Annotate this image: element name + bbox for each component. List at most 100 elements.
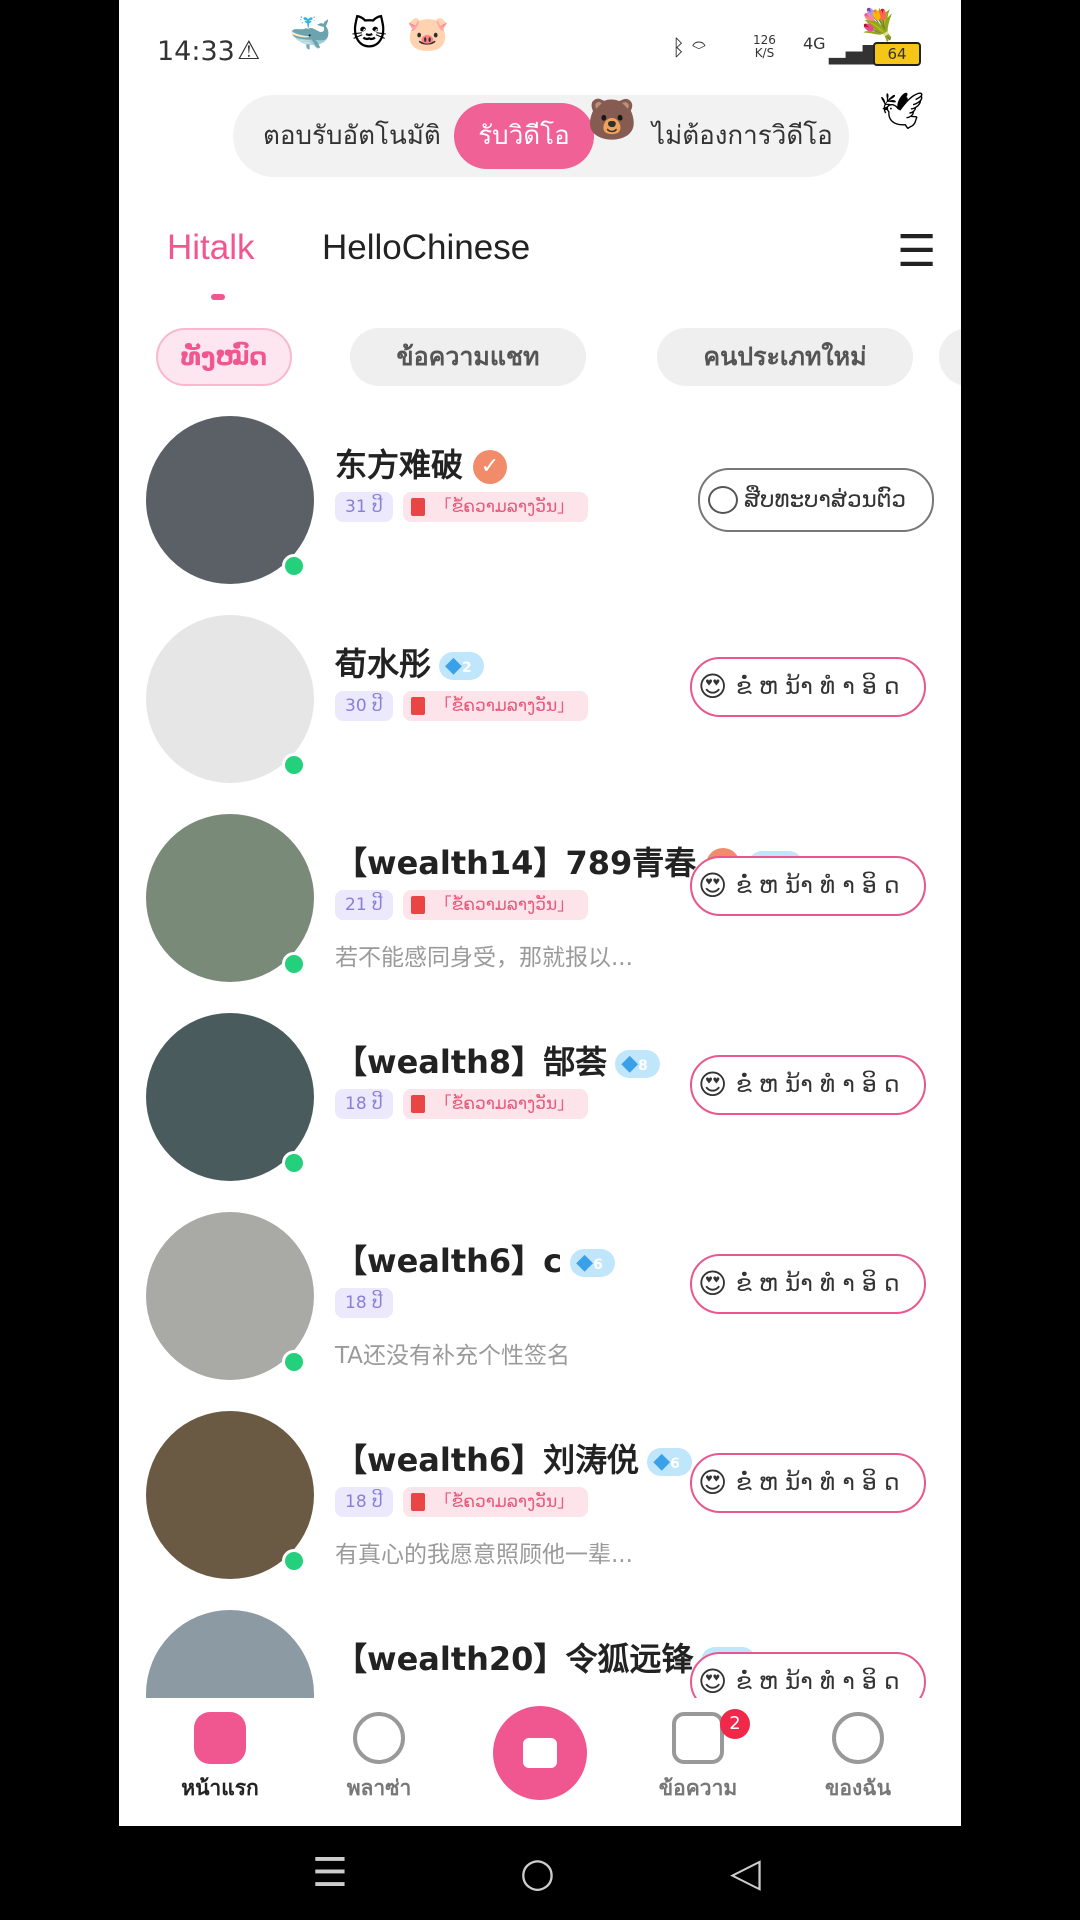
user-tags: 18 ປີ 「ຂໍ້ຄວາມລາງວັນ」 [335, 1487, 589, 1517]
reward-message-tag: 「ຂໍ້ຄວາມລາງວັນ」 [402, 890, 589, 920]
user-row[interactable]: 【wealth6】刘涛侻 ◆6 18 ປີ 「ຂໍ້ຄວາມລາງວັນ」 有真心的我愿… [119, 1403, 961, 1602]
greet-button[interactable]: 😍 ຂໍ່ ຫ ນ້າ ທໍ າ ອິ ດ [690, 1055, 926, 1115]
reward-message-text: 「ຂໍ້ຄວາມລາງວັນ」 [434, 1492, 575, 1512]
action-button-label: ຂໍ່ ຫ ນ້າ ທໍ າ ອິ ດ [736, 1669, 900, 1695]
age-tag: 18 ປີ [335, 1089, 393, 1119]
greet-button[interactable]: 😍 ຂໍ່ ຫ ນ້າ ທໍ າ ອິ ດ [690, 657, 926, 717]
heart-eyes-emoji-icon: 😍 [698, 869, 728, 902]
red-envelope-icon [410, 697, 425, 715]
greet-button[interactable]: 😍 ຂໍ່ ຫ ນ້າ ທໍ າ ອິ ດ [690, 1652, 926, 1698]
warning-icon: ⚠ [237, 36, 261, 66]
avatar[interactable] [146, 1610, 314, 1698]
system-nav-bar: ☰ ○ ◁ [0, 1826, 1080, 1920]
user-name-line: 东方难破 ✓ [335, 440, 508, 486]
battery-icon: 64 [873, 42, 921, 66]
user-row[interactable]: 【wealth6】c ◆6 18 ປີ TA还没有补充个性签名 😍 ຂໍ່ ຫ ນ້າ ທ… [119, 1204, 961, 1403]
user-row[interactable]: 【wealth8】郜荟 ◆8 18 ປີ 「ຂໍ້ຄວາມລາງວັນ」 😍 ຂໍ່ ຫ … [119, 1005, 961, 1204]
action-button-label: ຂໍ່ ຫ ນ້າ ທໍ າ ອິ ດ [736, 1271, 900, 1297]
reward-message-tag: 「ຂໍ້ຄວາມລາງວັນ」 [402, 1487, 589, 1517]
sticker-decoration: 🐳🐱🐷 [289, 14, 470, 54]
home-icon [194, 1712, 246, 1764]
diamond-icon: ◆ [576, 1250, 594, 1275]
reward-message-tag: 「ຂໍ້ຄວາມລາງວັນ」 [402, 492, 589, 522]
net-speed-unit: K/S [754, 46, 775, 60]
heart-eyes-emoji-icon: 😍 [698, 1466, 728, 1499]
heart-eyes-emoji-icon: 😍 [698, 1068, 728, 1101]
user-name: 【wealth8】郜荟 [335, 1043, 608, 1081]
action-button-label: ຂໍ່ ຫ ນ້າ ທໍ າ ອິ ດ [736, 873, 900, 899]
red-envelope-icon [410, 1095, 425, 1113]
online-status-dot [282, 952, 306, 976]
reward-message-tag: 「ຂໍ້ຄວາມລາງວັນ」 [402, 1089, 589, 1119]
diamond-level: 6 [670, 1456, 680, 1472]
video-call-button[interactable] [493, 1706, 587, 1800]
recent-apps-icon[interactable]: ☰ [312, 1826, 348, 1920]
greet-button[interactable]: 😍 ຂໍ່ ຫ ນ້າ ທໍ າ ອິ ດ [690, 856, 926, 916]
nav-plaza[interactable]: พลาซ่า [319, 1712, 439, 1805]
greet-button[interactable]: 😍 ຂໍ່ ຫ ນ້າ ທໍ າ ອິ ດ [690, 1453, 926, 1513]
diamond-icon: ◆ [653, 1449, 671, 1474]
bear-sticker-icon: 🐻 [587, 97, 637, 143]
menu-icon[interactable]: ☰ [897, 230, 936, 274]
planet-icon [353, 1712, 405, 1764]
age-tag: 31 ປີ [335, 492, 393, 522]
tab-hitalk[interactable]: Hitalk [167, 228, 255, 268]
action-button-label: ຂໍ່ ຫ ນ້າ ທໍ າ ອິ ດ [736, 674, 900, 700]
auto-answer-option[interactable]: ตอบรับอัตโนมัติ [263, 95, 441, 177]
back-icon[interactable]: ◁ [730, 1826, 761, 1920]
user-row[interactable]: 东方难破 ✓ 31 ປີ 「ຂໍ້ຄວາມລາງວັນ」 ສືບທະບາສ່ວນຕົວ [119, 408, 961, 607]
age-tag: 18 ປີ [335, 1288, 393, 1318]
net-speed-value: 126 [753, 33, 776, 47]
user-name: 【wealth6】c [335, 1242, 563, 1280]
user-row[interactable]: 【wealth14】789青春✓◆1421 ປີ「ຂໍ້ຄວາມລາງວັນ」若… [119, 806, 961, 1005]
user-tags: 18 ປີ 「ຂໍ້ຄວາມລາງວັນ」 [335, 1089, 589, 1119]
red-envelope-icon [410, 498, 425, 516]
home-button-icon[interactable]: ○ [520, 1826, 555, 1920]
action-button-label: ຂໍ່ ຫ ນ້າ ທໍ າ ອິ ດ [736, 1470, 900, 1496]
online-status-dot [282, 753, 306, 777]
tab-hellochinese[interactable]: HelloChinese [322, 228, 530, 268]
flower-decoration-icon: 💐 [859, 8, 897, 43]
no-video-option[interactable]: ไม่ต้องการวิดีโอ [652, 95, 833, 177]
user-name-line: 荀水彤 ◆2 [335, 639, 484, 685]
status-bar: 14:33 ⚠ 🐳🐱🐷 ᛒ ⌔ 126 K/S 4G ▂▄▆ 64 [119, 0, 961, 90]
video-answer-option[interactable]: รับวิดีโอ [454, 103, 594, 169]
nav-messages-label: ข้อความ [658, 1776, 738, 1800]
profile-icon [832, 1712, 884, 1764]
chat-bubble-icon [708, 486, 738, 514]
nav-home[interactable]: หน้าแรก [160, 1712, 280, 1805]
user-signature: 若不能感同身受，那就报以... [335, 945, 633, 971]
status-time: 14:33 [157, 36, 235, 67]
chat-bubble-icon [672, 1712, 724, 1764]
diamond-level: 8 [638, 1058, 648, 1074]
user-name: 【wealth20】令狐远锋 [335, 1640, 694, 1678]
chip-all[interactable]: ທັງໝົດ [156, 328, 292, 386]
action-button-label: ຂໍ່ ຫ ນ້າ ທໍ າ ອິ ດ [736, 1072, 900, 1098]
user-list: 东方难破 ✓ 31 ປີ 「ຂໍ້ຄວາມລາງວັນ」 ສືບທະບາສ່ວນຕົວ 荀… [119, 408, 961, 1698]
net-speed: 126 K/S [753, 34, 776, 60]
diamond-level: 2 [461, 660, 472, 676]
user-tags: 31 ປີ 「ຂໍ້ຄວາມລາງວັນ」 [335, 492, 589, 522]
reward-message-tag: 「ຂໍ້ຄວາມລາງວັນ」 [402, 691, 589, 721]
private-message-button[interactable]: ສືບທະບາສ່ວນຕົວ [698, 468, 934, 532]
heart-eyes-emoji-icon: 😍 [698, 670, 728, 703]
chip-new-people[interactable]: คนประเภทใหม่ [657, 328, 913, 386]
messages-unread-badge: 2 [720, 1709, 750, 1739]
nav-me[interactable]: ของฉัน [798, 1712, 918, 1805]
tv-icon [523, 1738, 557, 1768]
diamond-icon: ◆ [445, 653, 462, 678]
app-screen: 14:33 ⚠ 🐳🐱🐷 ᛒ ⌔ 126 K/S 4G ▂▄▆ 64 💐 🕊 ตอ… [119, 0, 961, 1826]
bird-decoration-icon: 🕊 [879, 91, 925, 132]
nav-home-label: หน้าแรก [181, 1776, 259, 1800]
video-answer-switch: ตอบรับอัตโนมัติ รับวิดีโอ ไม่ต้องการวิดี… [233, 95, 849, 177]
top-tabs: Hitalk HelloChinese [119, 228, 961, 300]
user-row[interactable]: 【wealth20】令狐远锋◆20😍ຂໍ່ ຫ ນ້າ ທໍ າ ອິ ດ [119, 1602, 961, 1698]
reward-message-text: 「ຂໍ້ຄວາມລາງວັນ」 [434, 696, 575, 716]
greet-button[interactable]: 😍 ຂໍ່ ຫ ນ້າ ທໍ າ ອິ ດ [690, 1254, 926, 1314]
user-name-line: 【wealth8】郜荟 ◆8 [335, 1037, 660, 1083]
chip-chat-messages[interactable]: ข้อความแชท [350, 328, 586, 386]
user-row[interactable]: 荀水彤 ◆2 30 ປີ 「ຂໍ້ຄວາມລາງວັນ」 😍 ຂໍ່ ຫ ນ້າ ທໍ າ… [119, 607, 961, 806]
bottom-nav: หน้าแรก พลาซ่า ข้อความ 2 ของฉัน [119, 1698, 961, 1826]
chip-more[interactable]: ส [939, 328, 961, 386]
online-status-dot [282, 1151, 306, 1175]
